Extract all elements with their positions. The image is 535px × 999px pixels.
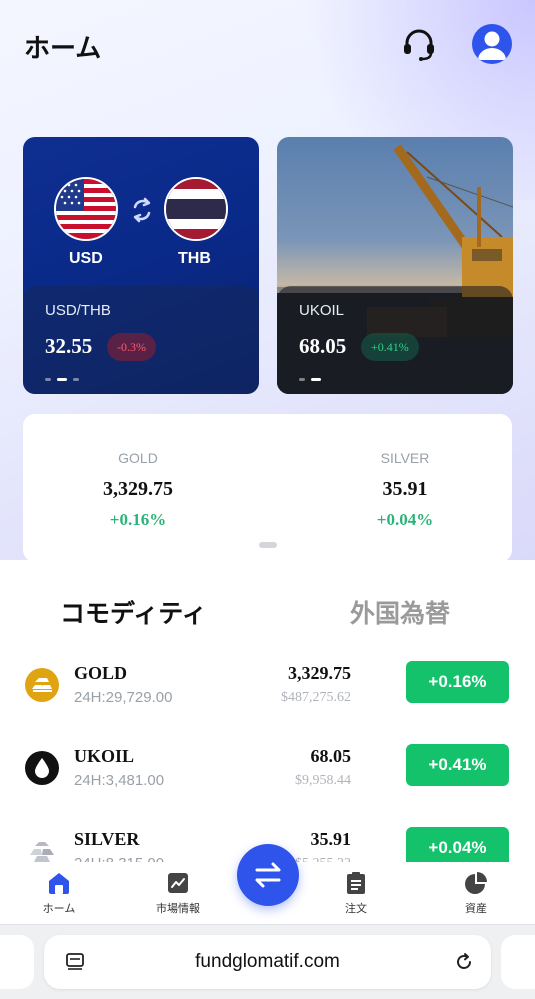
next-tab-preview[interactable]: [501, 935, 535, 989]
tab-forex[interactable]: 外国為替: [350, 594, 450, 630]
row-volume: 24H:29,729.00: [74, 689, 173, 706]
swap-arrows-icon: [131, 197, 153, 223]
us-flag-icon: [54, 177, 118, 241]
page-title: ホーム: [24, 34, 102, 64]
headset-icon[interactable]: [400, 26, 438, 64]
pair-price: 32.55: [45, 334, 93, 358]
metals-summary-panel: GOLD 3,329.75 +0.16% SILVER 35.91 +0.04%: [23, 414, 512, 562]
address-bar[interactable]: fundglomatif.com: [44, 935, 491, 989]
tab-market[interactable]: 市場情報: [138, 870, 218, 916]
gold-bars-icon: [25, 668, 59, 702]
row-symbol: SILVER: [74, 829, 140, 849]
trade-swap-button[interactable]: [237, 844, 299, 906]
tab-home[interactable]: ホーム: [19, 870, 99, 916]
oil-drop-icon: [25, 751, 59, 785]
metal-price: 35.91: [382, 478, 428, 500]
tab-home-label: ホーム: [42, 902, 76, 915]
row-symbol: UKOIL: [74, 746, 135, 766]
row-change-badge: +0.16%: [406, 661, 509, 703]
commodity-card-ukoil[interactable]: UKOIL 68.05 +0.41%: [277, 137, 513, 394]
row-change-badge: +0.41%: [406, 744, 509, 786]
from-currency-label: USD: [69, 250, 103, 267]
tab-assets[interactable]: 資産: [436, 870, 516, 916]
url-text: fundglomatif.com: [195, 951, 340, 972]
browser-toolbar: fundglomatif.com: [0, 924, 535, 999]
tab-commodity[interactable]: コモディティ: [60, 594, 207, 630]
to-currency-label: THB: [178, 250, 211, 267]
row-symbol: GOLD: [74, 663, 128, 683]
metal-summary-silver[interactable]: SILVER 35.91 +0.04%: [290, 414, 520, 562]
tab-market-label: 市場情報: [156, 902, 200, 915]
carousel-dot-active: [57, 378, 67, 381]
swap-arrows-icon: [255, 862, 281, 888]
tab-order-label: 注文: [345, 902, 367, 915]
fx-card-quote-panel: USD/THB 32.55 -0.3%: [23, 286, 259, 394]
row-usd-value: $9,958.44: [295, 773, 351, 788]
tab-order[interactable]: 注文: [316, 870, 396, 916]
reload-icon[interactable]: [453, 951, 475, 973]
thailand-flag-icon: [164, 177, 228, 241]
row-usd-value: $487,275.62: [281, 690, 351, 705]
home-icon: [49, 873, 69, 894]
carousel-indicator: [299, 378, 321, 381]
metal-name: SILVER: [380, 450, 430, 466]
tab-assets-label: 資産: [465, 902, 487, 915]
carousel-indicator: [45, 378, 79, 381]
clipboard-icon: [347, 872, 365, 894]
market-row-gold[interactable]: GOLD 24H:29,729.00 3,329.75 $487,275.62 …: [0, 658, 535, 728]
row-price: 35.91: [310, 829, 352, 849]
metal-name: GOLD: [118, 450, 158, 466]
row-volume: 24H:3,481.00: [74, 772, 165, 789]
metal-change: +0.04%: [376, 510, 434, 529]
pie-chart-icon: [465, 872, 487, 894]
metal-change: +0.16%: [109, 510, 167, 529]
market-row-ukoil[interactable]: UKOIL 24H:3,481.00 68.05 $9,958.44 +0.41…: [0, 741, 535, 811]
commodity-card-quote-panel: UKOIL 68.05 +0.41%: [277, 286, 513, 394]
symbol-label: UKOIL: [299, 302, 345, 319]
market-tabs: コモディティ 外国為替: [0, 590, 535, 634]
pair-label: USD/THB: [45, 302, 111, 319]
symbol-change-badge: +0.41%: [361, 333, 419, 361]
row-price: 3,329.75: [288, 663, 351, 683]
carousel-dot: [45, 378, 51, 381]
carousel-dot: [299, 378, 305, 381]
symbol-price: 68.05: [299, 334, 347, 358]
app-header: ホーム: [0, 0, 535, 90]
metal-summary-gold[interactable]: GOLD 3,329.75 +0.16%: [23, 414, 253, 562]
row-price: 68.05: [310, 746, 352, 766]
carousel-dot-active: [311, 378, 321, 381]
metal-price: 3,329.75: [103, 478, 173, 500]
previous-tab-preview[interactable]: [0, 935, 34, 989]
page-indicator: [259, 542, 277, 548]
user-avatar-icon[interactable]: [472, 24, 512, 64]
pair-change-badge: -0.3%: [107, 333, 156, 361]
fx-card-usd-thb[interactable]: USD THB USD/THB 32.55 -0.3%: [23, 137, 259, 394]
carousel-dot: [73, 378, 79, 381]
chart-icon: [168, 873, 188, 893]
